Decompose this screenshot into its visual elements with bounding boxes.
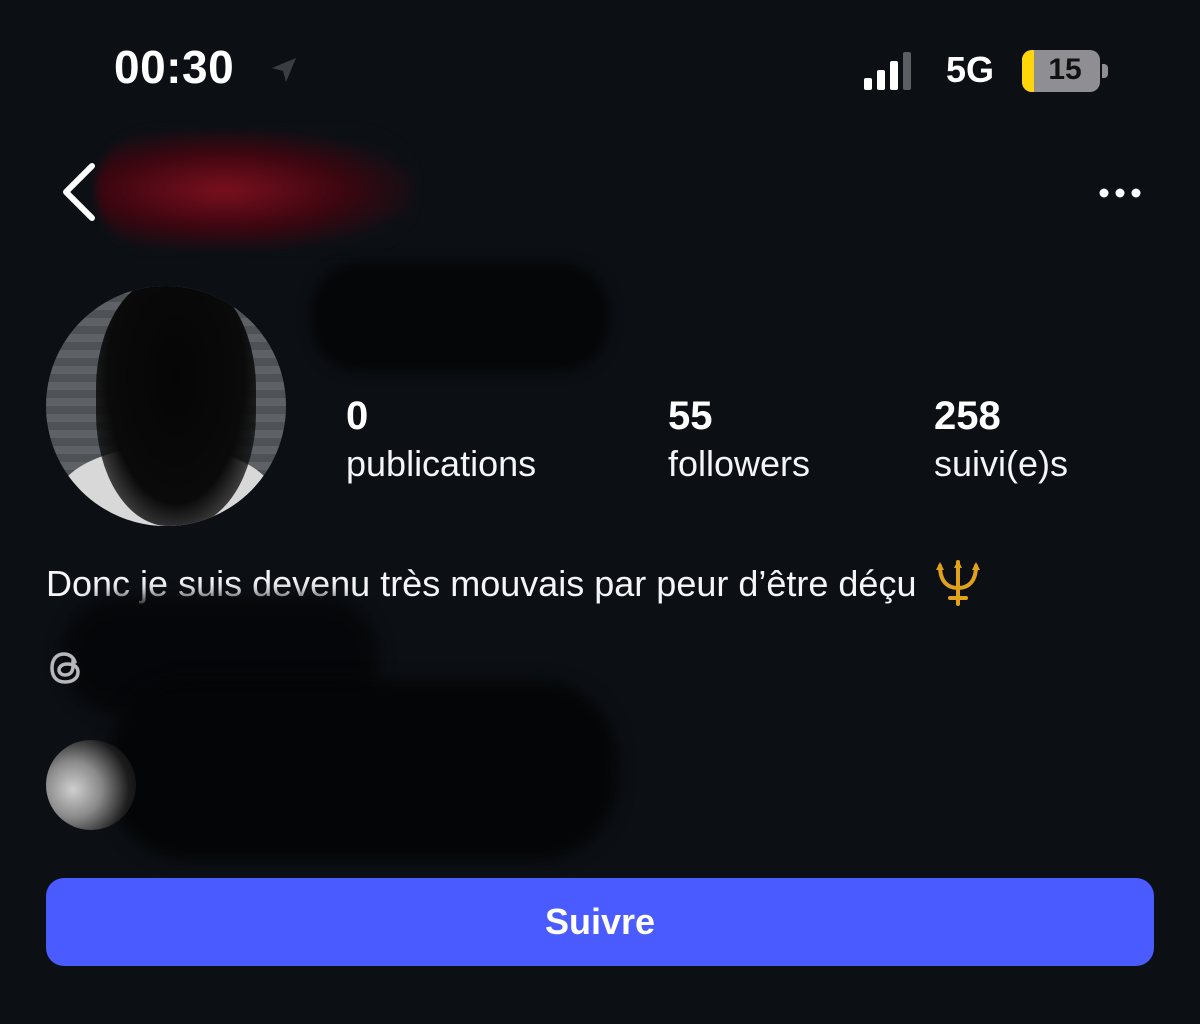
cellular-signal-icon	[864, 52, 911, 90]
network-type: 5G	[946, 49, 995, 90]
redacted-mutual-followers	[108, 680, 618, 860]
stat-label: publications	[346, 443, 537, 484]
status-time: 00:30	[114, 41, 235, 93]
stat-value: 0	[346, 394, 369, 438]
stat-publications[interactable]: 0 publications	[346, 392, 536, 489]
redacted-username	[310, 262, 610, 372]
battery-cap	[1102, 64, 1108, 78]
avatar[interactable]	[46, 286, 286, 526]
stat-label: suivi(e)s	[934, 443, 1069, 484]
stat-value: 258	[934, 394, 1001, 438]
mutual-follower-avatar[interactable]	[46, 740, 136, 830]
redacted-header-name	[96, 130, 416, 250]
stat-value: 55	[668, 394, 713, 438]
stat-followers[interactable]: 55 followers	[668, 392, 810, 489]
battery-level: 15	[1048, 53, 1082, 86]
stat-label: followers	[668, 443, 811, 484]
trident-icon	[936, 560, 981, 607]
follow-button[interactable]: Suivre	[46, 878, 1154, 966]
threads-icon[interactable]	[46, 648, 86, 688]
location-arrow-icon	[272, 58, 296, 82]
stat-following[interactable]: 258 suivi(e)s	[934, 392, 1068, 489]
battery-icon: 15	[1022, 50, 1100, 92]
avatar-redaction	[96, 286, 256, 526]
more-horizontal-icon[interactable]	[1092, 176, 1148, 210]
chevron-left-icon[interactable]	[56, 160, 100, 224]
